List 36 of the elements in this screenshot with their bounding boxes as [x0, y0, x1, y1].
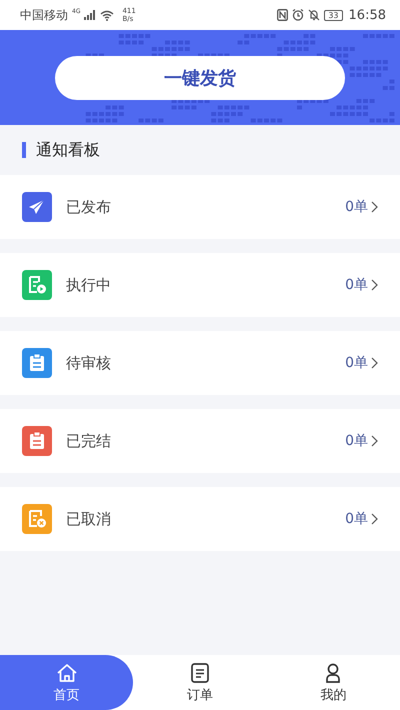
row-label: 待审核 [66, 354, 111, 372]
document-icon [188, 662, 211, 684]
nav-tab[interactable]: 我的 [266, 655, 400, 710]
chevron-icon [371, 279, 378, 291]
row-label: 已完结 [66, 432, 111, 450]
chevron-icon [371, 357, 378, 369]
chevron-icon [371, 201, 378, 213]
nav-tab[interactable]: 订单 [133, 655, 267, 710]
carrier-name: 中国移动 [20, 6, 68, 24]
status-row[interactable]: 已完结 0单 [0, 409, 400, 473]
nav-tab[interactable]: 首页 [0, 655, 134, 710]
order-count: 0单 [345, 198, 368, 216]
chevron-icon [371, 513, 378, 525]
alarm-icon [292, 9, 304, 21]
signal-icon [84, 10, 96, 20]
order-count: 0单 [345, 354, 368, 372]
wifi-icon [100, 10, 114, 20]
row-label: 执行中 [66, 276, 111, 294]
row-label: 已取消 [66, 510, 111, 528]
status-row[interactable]: 已取消 0单 [0, 487, 400, 551]
accent-bar [22, 142, 26, 158]
status-row[interactable]: 执行中 0单 [0, 253, 400, 317]
nfc-icon [277, 9, 288, 21]
order-count: 0单 [345, 276, 368, 294]
home-icon [56, 662, 78, 684]
row-label: 已发布 [66, 198, 111, 216]
status-row[interactable]: 已发布 0单 [0, 175, 400, 239]
ship-button[interactable]: 一键发货 [55, 56, 345, 100]
order-count: 0单 [345, 510, 368, 528]
order-count: 0单 [345, 432, 368, 450]
battery-icon: 33 [324, 10, 343, 20]
status-row[interactable]: 待审核 0单 [0, 331, 400, 395]
section-title: 通知看板 [36, 140, 100, 160]
chevron-icon [371, 435, 378, 447]
mute-icon [308, 9, 320, 21]
clock-time: 16:58 [348, 8, 386, 22]
